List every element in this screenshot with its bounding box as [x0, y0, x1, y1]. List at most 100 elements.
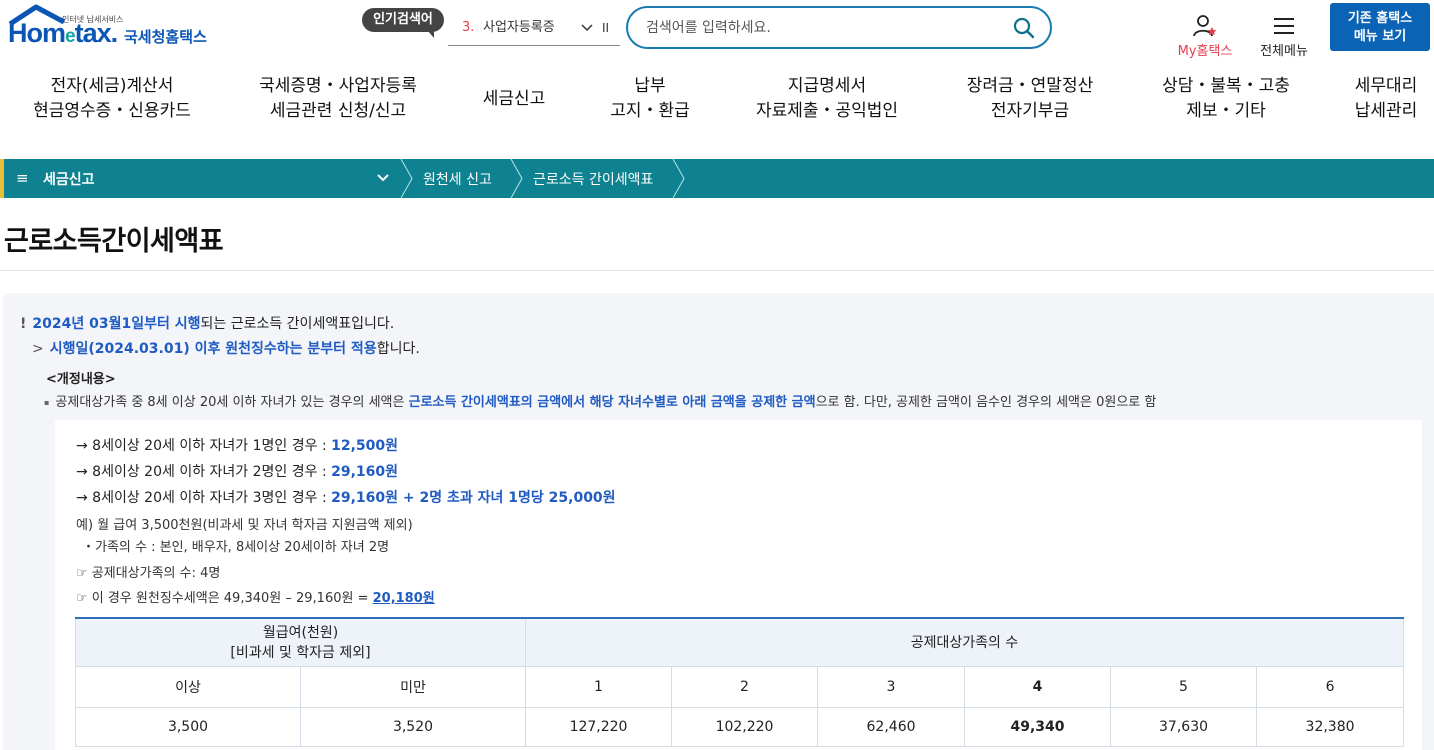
nav-item-consulting[interactable]: 상담・불복・고충 제보・기타 — [1148, 74, 1304, 124]
revision-text: 공제대상가족 중 8세 이상 20세 이하 자녀가 있는 경우의 세액은 — [55, 395, 409, 410]
example-family: ・가족의 수 : 본인, 배우자, 8세이상 20세이하 자녀 2명 — [82, 540, 390, 555]
notice-sub-text: 합니다. — [376, 341, 420, 357]
nav-label: 전자기부금 — [990, 101, 1070, 121]
table-subheader: 5 — [1110, 665, 1258, 708]
my-hometax-button[interactable]: My홈택스 — [1170, 14, 1240, 60]
breadcrumb-separator-icon — [400, 159, 413, 198]
notice-apply-rule: > 시행일(2024.03.01) 이후 원천징수하는 분부터 적용합니다. — [32, 338, 420, 358]
notice-text: 되는 근로소득 간이세액표입니다. — [200, 316, 395, 332]
table-cell: 49,340 — [964, 706, 1112, 747]
logo-wordmark: Hometax. — [8, 18, 118, 48]
nav-item-payment-statement[interactable]: 지급명세서 자료제출・공익법인 — [744, 74, 910, 124]
chevron-down-icon[interactable] — [376, 169, 390, 191]
revision-highlight: 근로소득 간이세액표의 금액에서 해당 자녀수별로 아래 금액을 공제한 금액 — [408, 395, 816, 410]
example-result: ☞ 이 경우 원천징수세액은 49,340원 – 29,160원 = 20,18… — [76, 587, 435, 606]
main-nav: 전자(세금)계산서 현금영수증・신용카드 국세증명・사업자등록 세금관련 신청/… — [0, 74, 1434, 130]
simple-tax-table: 월급여(천원) [비과세 및 학자금 제외] 공제대상가족의 수 이상 미만 1… — [74, 617, 1405, 747]
pause-icon[interactable]: II — [602, 12, 609, 44]
notice-sub-highlight: 시행일(2024.03.01) 이후 원천징수하는 분부터 적용 — [49, 341, 377, 357]
header-label: [비과세 및 학자금 제외] — [230, 645, 371, 662]
nav-label: 지급명세서 — [787, 76, 867, 96]
nav-label: 전자(세금)계산서 — [50, 76, 174, 96]
legacy-menu-button[interactable]: 기존 홈택스 메뉴 보기 — [1330, 3, 1430, 51]
popular-keyword[interactable]: 사업자등록증 — [483, 12, 555, 44]
example-salary: 예) 월 급여 3,500천원(비과세 및 자녀 학자금 지원금액 제외) — [76, 518, 413, 533]
table-cell: 3,500 — [75, 706, 301, 747]
all-menu-button[interactable]: 전체메뉴 — [1254, 14, 1314, 60]
legacy-menu-label-line1: 기존 홈택스 — [1347, 11, 1413, 26]
search-icon[interactable] — [1012, 16, 1036, 40]
legacy-menu-label-line2: 메뉴 보기 — [1353, 29, 1407, 44]
table-cell: 3,520 — [299, 706, 527, 747]
nav-item-tax-agent[interactable]: 세무대리 납세관리 — [1340, 74, 1432, 124]
menu-icon[interactable]: ≡ — [16, 169, 29, 187]
nav-item-certificate[interactable]: 국세증명・사업자등록 세금관련 신청/신고 — [244, 74, 432, 124]
hometax-logo[interactable]: 인터넷 납세서비스 Hometax. 국세청홈택스 — [6, 4, 222, 52]
hamburger-icon — [1274, 18, 1294, 34]
nav-label: 현금영수증・신용카드 — [33, 101, 191, 121]
notice-effective-date: ! 2024년 03월1일부터 시행되는 근로소득 간이세액표입니다. — [20, 313, 394, 333]
nav-label: 자료제출・공익법인 — [755, 101, 899, 121]
deduction-label: → 8세이상 20세 이하 자녀가 2명인 경우 : — [76, 464, 332, 480]
my-hometax-label: My홈택스 — [1177, 44, 1233, 59]
nav-item-payment[interactable]: 납부 고지・환급 — [596, 74, 704, 124]
nav-label: 납부 — [634, 76, 666, 96]
example-result-text: ☞ 이 경우 원천징수세액은 49,340원 – 29,160원 = — [76, 591, 373, 606]
nav-label: 제보・기타 — [1186, 101, 1266, 121]
table-cell: 102,220 — [671, 706, 819, 747]
table-subheader: 1 — [525, 665, 673, 708]
chevron-down-icon[interactable] — [580, 12, 594, 56]
example-deduct-count: ☞ 공제대상가족의 수: 4명 — [76, 566, 221, 581]
logo-subtitle: 국세청홈택스 — [124, 28, 207, 46]
notice-highlight: 2024년 03월1일부터 시행 — [32, 316, 201, 332]
nav-item-incentive[interactable]: 장려금・연말정산 전자기부금 — [952, 74, 1108, 124]
page-title: 근로소득간이세액표 — [4, 226, 224, 257]
deduction-label: → 8세이상 20세 이하 자녀가 1명인 경우 : — [76, 438, 332, 454]
popular-rank: 3. — [462, 20, 475, 35]
site-header: 인터넷 납세서비스 Hometax. 국세청홈택스 인기검색어 3. 사업자등록… — [0, 0, 1434, 66]
nav-label: 납세관리 — [1354, 101, 1418, 121]
exclamation-icon: ! — [20, 316, 27, 332]
table-cell: 62,460 — [817, 706, 966, 747]
revision-title: <개정내용> — [46, 372, 116, 387]
popular-search-badge: 인기검색어 — [362, 8, 444, 38]
table-subheader: 이상 — [75, 665, 301, 708]
popular-keyword-rotator[interactable]: 3. 사업자등록증 II — [448, 12, 620, 46]
deduction-value: 12,500원 — [331, 438, 399, 454]
nav-item-tax-report[interactable]: 세금신고 — [470, 87, 558, 112]
nav-label: 상담・불복・고충 — [1162, 76, 1290, 96]
revision-text: 으로 함. 다만, 공제한 금액이 음수인 경우의 세액은 0원으로 함 — [815, 395, 1157, 410]
table-header-family: 공제대상가족의 수 — [525, 617, 1405, 667]
nav-label: 장려금・연말정산 — [966, 76, 1094, 96]
table-subheader: 6 — [1256, 665, 1405, 708]
table-cell: 32,380 — [1256, 706, 1405, 747]
nav-label: 세무대리 — [1354, 76, 1418, 96]
bullet-icon: ▪ — [44, 398, 50, 407]
table-subheader: 2 — [671, 665, 819, 708]
nav-label: 고지・환급 — [610, 101, 690, 121]
all-menu-label: 전체메뉴 — [1260, 44, 1308, 59]
breadcrumb-section[interactable]: 세금신고 — [43, 169, 95, 189]
title-divider — [0, 270, 1434, 271]
deduction-value: 29,160원 — [331, 464, 399, 480]
example-result-link[interactable]: 20,180원 — [373, 591, 435, 606]
table-row: 3,500 3,520 127,220 102,220 62,460 49,34… — [75, 706, 1405, 747]
header-label: 월급여(천원) — [262, 625, 339, 642]
deduction-value: 29,160원 + 2명 초과 자녀 1명당 25,000원 — [331, 490, 616, 506]
breadcrumb-separator-icon — [510, 159, 523, 198]
deduction-1-child: → 8세이상 20세 이하 자녀가 1명인 경우 : 12,500원 — [76, 435, 398, 455]
table-cell: 127,220 — [525, 706, 673, 747]
table-header-salary: 월급여(천원) [비과세 및 학자금 제외] — [74, 617, 527, 667]
breadcrumb-item-withholding[interactable]: 원천세 신고 — [423, 169, 492, 189]
table-subheader: 3 — [817, 665, 966, 708]
nav-item-e-invoice[interactable]: 전자(세금)계산서 현금영수증・신용카드 — [20, 74, 204, 124]
table-subheader: 4 — [964, 665, 1112, 708]
breadcrumb-item-simple-tax-table[interactable]: 근로소득 간이세액표 — [533, 169, 653, 189]
user-star-icon — [1193, 15, 1217, 37]
deduction-3-children: → 8세이상 20세 이하 자녀가 3명인 경우 : 29,160원 + 2명 … — [76, 487, 616, 507]
table-cell: 37,630 — [1110, 706, 1258, 747]
nav-label: 세금신고 — [482, 89, 546, 109]
search-input[interactable] — [646, 16, 1006, 40]
table-subheader: 미만 — [299, 665, 527, 708]
deduction-label: → 8세이상 20세 이하 자녀가 3명인 경우 : — [76, 490, 332, 506]
